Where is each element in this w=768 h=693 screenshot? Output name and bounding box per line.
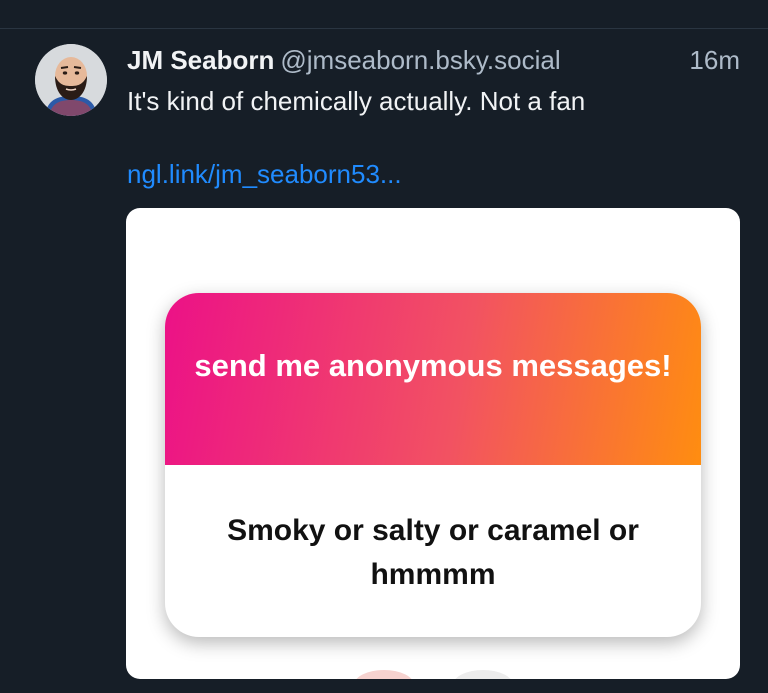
author-handle[interactable]: @jmseaborn.bsky.social <box>280 45 560 75</box>
ngl-card-body: Smoky or salty or caramel or hmmmm <box>165 465 701 637</box>
post-link[interactable]: ngl.link/jm_seaborn53... <box>127 157 402 191</box>
ngl-card-title: send me anonymous messages! <box>194 348 672 383</box>
link-embed-card[interactable]: send me anonymous messages! Smoky or sal… <box>126 208 740 679</box>
author-avatar[interactable] <box>35 44 107 116</box>
post-text: It's kind of chemically actually. Not a … <box>127 86 586 116</box>
author-line[interactable]: JM Seaborn @jmseaborn.bsky.social <box>127 43 561 77</box>
avatar-image <box>35 44 107 116</box>
ngl-preview-card: send me anonymous messages! Smoky or sal… <box>165 293 701 637</box>
ngl-card-question: Smoky or salty or caramel or hmmmm <box>227 514 639 591</box>
cropped-graphic-right <box>453 670 513 679</box>
cropped-graphic-left <box>354 670 414 679</box>
post-timestamp[interactable]: 16m <box>689 43 740 77</box>
author-name[interactable]: JM Seaborn <box>127 45 274 75</box>
feed-post[interactable]: JM Seaborn @jmseaborn.bsky.social 16m It'… <box>0 0 768 679</box>
ngl-card-header: send me anonymous messages! <box>165 293 701 465</box>
